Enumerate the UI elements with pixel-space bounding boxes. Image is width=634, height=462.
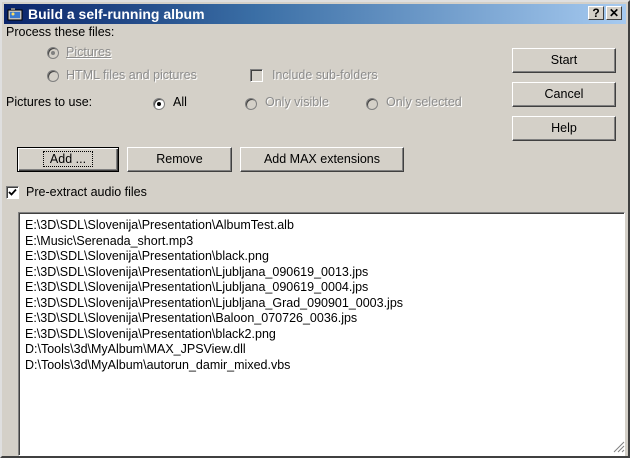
radio-html-pictures-label: HTML files and pictures	[66, 68, 197, 82]
help-titlebar-button[interactable]: ?	[588, 6, 604, 20]
file-list[interactable]: E:\3D\SDL\Slovenija\Presentation\AlbumTe…	[18, 212, 625, 456]
start-button[interactable]: Start	[512, 48, 616, 73]
include-subfolders-checkbox[interactable]	[250, 69, 263, 82]
pictures-to-use-label: Pictures to use:	[6, 95, 93, 109]
include-subfolders-label: Include sub-folders	[272, 68, 378, 82]
list-item[interactable]: D:\Tools\3d\MyAlbum\MAX_JPSView.dll	[25, 342, 624, 358]
add-button-label: Add ...	[42, 151, 94, 167]
add-button[interactable]: Add ...	[17, 147, 119, 172]
list-item[interactable]: E:\3D\SDL\Slovenija\Presentation\black2.…	[25, 327, 624, 343]
list-item[interactable]: E:\3D\SDL\Slovenija\Presentation\black.p…	[25, 249, 624, 265]
radio-pictures-label: Pictures	[66, 45, 112, 59]
start-button-label: Start	[550, 53, 578, 67]
list-item[interactable]: E:\3D\SDL\Slovenija\Presentation\Ljublja…	[25, 280, 624, 296]
title-bar[interactable]: Build a self-running album ? ✕	[4, 4, 626, 24]
dialog-window: Build a self-running album ? ✕ Process t…	[0, 0, 630, 458]
checkmark-icon	[8, 188, 17, 196]
radio-only-selected[interactable]	[366, 98, 378, 110]
remove-button-label: Remove	[156, 152, 203, 166]
resize-grip-icon[interactable]	[613, 441, 625, 453]
list-item[interactable]: E:\3D\SDL\Slovenija\Presentation\Baloon_…	[25, 311, 624, 327]
radio-html-pictures[interactable]	[47, 70, 59, 82]
add-max-extensions-button[interactable]: Add MAX extensions	[240, 147, 404, 172]
list-item[interactable]: E:\3D\SDL\Slovenija\Presentation\AlbumTe…	[25, 218, 624, 234]
cancel-button[interactable]: Cancel	[512, 82, 616, 107]
close-icon: ✕	[608, 6, 620, 20]
add-max-extensions-label: Add MAX extensions	[263, 152, 381, 166]
help-button-label: Help	[551, 121, 577, 135]
window-title: Build a self-running album	[28, 6, 205, 22]
process-files-label: Process these files:	[6, 25, 115, 39]
list-item[interactable]: E:\3D\SDL\Slovenija\Presentation\Ljublja…	[25, 296, 624, 312]
radio-all-label: All	[173, 95, 187, 109]
question-icon: ?	[592, 6, 600, 20]
radio-all[interactable]	[153, 98, 165, 110]
close-button[interactable]: ✕	[606, 6, 622, 20]
album-app-icon	[7, 8, 23, 21]
list-item[interactable]: E:\Music\Serenada_short.mp3	[25, 234, 624, 250]
pre-extract-audio-checkbox[interactable]	[6, 186, 19, 199]
radio-only-visible[interactable]	[245, 98, 257, 110]
radio-only-visible-label: Only visible	[265, 95, 329, 109]
list-item[interactable]: E:\3D\SDL\Slovenija\Presentation\Ljublja…	[25, 265, 624, 281]
radio-only-selected-label: Only selected	[386, 95, 462, 109]
radio-pictures[interactable]	[47, 47, 59, 59]
remove-button[interactable]: Remove	[127, 147, 232, 172]
pre-extract-audio-label: Pre-extract audio files	[26, 185, 147, 199]
cancel-button-label: Cancel	[544, 87, 584, 101]
list-item[interactable]: D:\Tools\3d\MyAlbum\autorun_damir_mixed.…	[25, 358, 624, 374]
help-button[interactable]: Help	[512, 116, 616, 141]
